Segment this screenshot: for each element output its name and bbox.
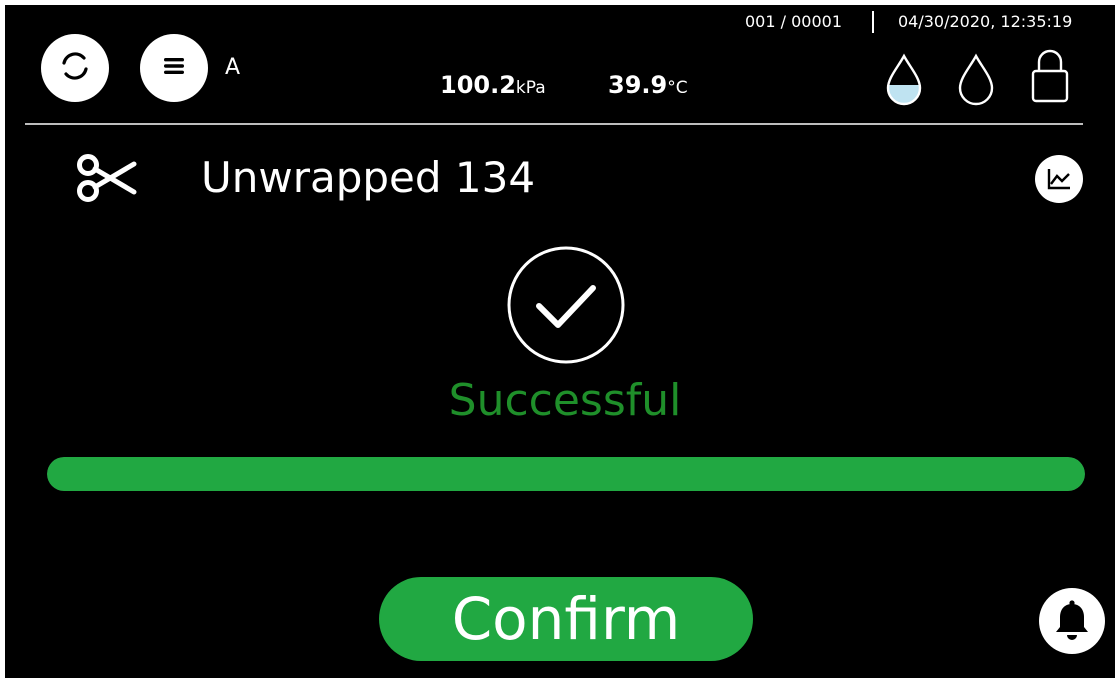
pressure-reading: 100.2kPa — [440, 71, 546, 99]
refresh-button[interactable] — [41, 34, 109, 102]
confirm-button[interactable]: Confirm — [379, 577, 753, 661]
temperature-unit: °C — [667, 78, 688, 98]
result-status: Successful — [448, 375, 682, 426]
menu-icon — [157, 49, 191, 87]
temperature-value: 39.9 — [608, 71, 668, 99]
water-tank-waste-icon[interactable] — [955, 52, 997, 112]
status-separator — [872, 11, 874, 33]
refresh-icon — [55, 46, 95, 90]
sterilizer-screen: A 001 / 00001 04/30/2020, 12:35:19 100.2… — [5, 5, 1115, 678]
bell-icon[interactable] — [1038, 587, 1106, 659]
pressure-value: 100.2 — [440, 71, 516, 99]
menu-button[interactable] — [140, 34, 208, 102]
checkmark-icon — [506, 245, 626, 369]
chart-icon[interactable] — [1034, 154, 1084, 208]
pressure-unit: kPa — [515, 78, 546, 98]
cycle-name: Unwrapped 134 — [201, 153, 536, 202]
door-lock-icon[interactable] — [1028, 47, 1072, 109]
operator-label: A — [225, 55, 241, 80]
progress-bar — [47, 457, 1085, 491]
water-tank-clean-icon[interactable] — [883, 52, 925, 112]
scissors-icon — [74, 152, 138, 208]
progress-fill — [47, 457, 1085, 491]
header-divider — [25, 123, 1083, 125]
date-time: 04/30/2020, 12:35:19 — [898, 12, 1073, 31]
cycle-counter: 001 / 00001 — [745, 12, 842, 31]
temperature-reading: 39.9°C — [608, 71, 688, 99]
